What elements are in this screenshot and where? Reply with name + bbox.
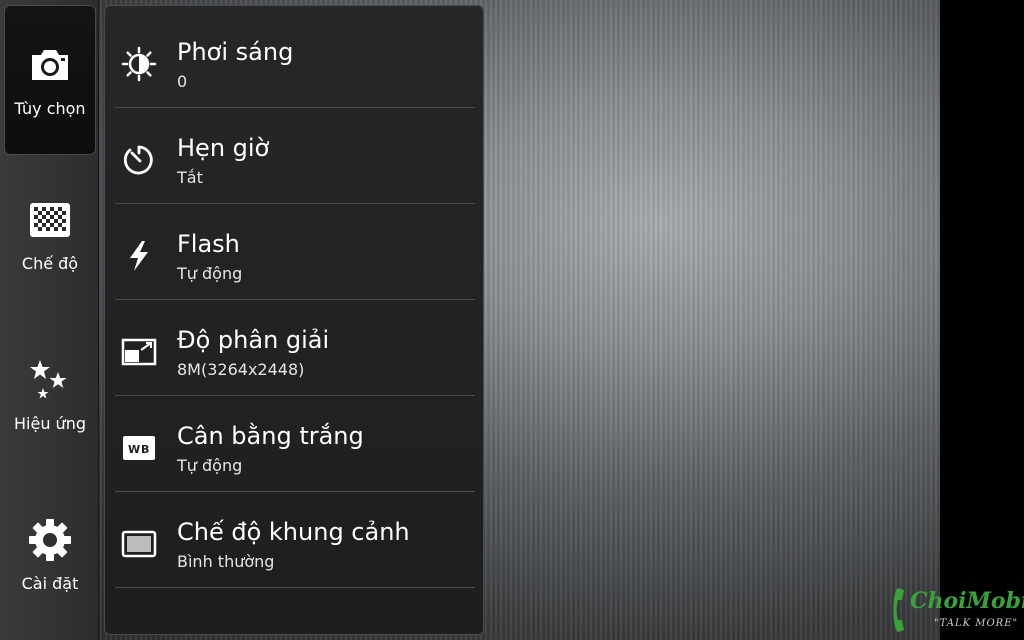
viewfinder-edge [940,0,1024,640]
scene-mode-icon [121,526,157,562]
watermark-tagline: "TALK MORE" [934,618,1019,629]
sparkle-effects-icon [28,358,72,402]
setting-row-timer[interactable]: Hẹn giờ Tắt [115,108,475,204]
watermark-brand: ChoiMobile [910,588,1024,614]
settings-panel: Phơi sáng 0 Hẹn giờ Tắt Flash Tự động Độ… [104,5,484,635]
flash-icon [121,238,157,274]
camera-icon [28,43,72,87]
setting-title: Phơi sáng [177,38,294,66]
setting-value: Bình thường [177,552,275,571]
setting-title: Chế độ khung cảnh [177,518,410,546]
setting-value: 8M(3264x2448) [177,360,305,379]
setting-value: 0 [177,72,188,91]
rail-item-options[interactable]: Tùy chọn [4,5,96,155]
rail-item-label: Chế độ [21,253,79,273]
svg-text:B: B [141,443,149,456]
timer-icon [121,142,157,178]
mode-rail: Tùy chọn Chế độ Hiệu ứng Cài đặt [0,0,99,640]
watermark-logo: ChoiMobile "TALK MORE" [890,586,1024,636]
rail-item-label: Cài đặt [21,573,79,593]
rail-item-settings[interactable]: Cài đặt [4,475,96,635]
setting-row-resolution[interactable]: Độ phân giải 8M(3264x2448) [115,300,475,396]
setting-value: Tự động [177,264,243,283]
setting-title: Flash [177,230,240,258]
svg-text:W: W [128,443,140,456]
exposure-icon [121,46,157,82]
rail-item-effects[interactable]: Hiệu ứng [4,315,96,475]
setting-row-flash[interactable]: Flash Tự động [115,204,475,300]
rail-item-label: Tùy chọn [14,98,86,118]
setting-title: Hẹn giờ [177,134,270,162]
rail-item-label: Hiệu ứng [14,413,86,433]
gear-icon [28,518,72,562]
white-balance-icon: W B [121,430,157,466]
mode-grid-icon [28,198,72,242]
setting-value: Tự động [177,456,243,475]
setting-row-exposure[interactable]: Phơi sáng 0 [115,12,475,108]
setting-title: Cân bằng trắng [177,422,364,450]
setting-row-white-balance[interactable]: W B Cân bằng trắng Tự động [115,396,475,492]
setting-row-scene-mode[interactable]: Chế độ khung cảnh Bình thường [115,492,475,588]
resolution-icon [121,334,157,370]
setting-title: Độ phân giải [177,326,330,354]
setting-value: Tắt [177,168,203,187]
rail-item-mode[interactable]: Chế độ [4,155,96,315]
